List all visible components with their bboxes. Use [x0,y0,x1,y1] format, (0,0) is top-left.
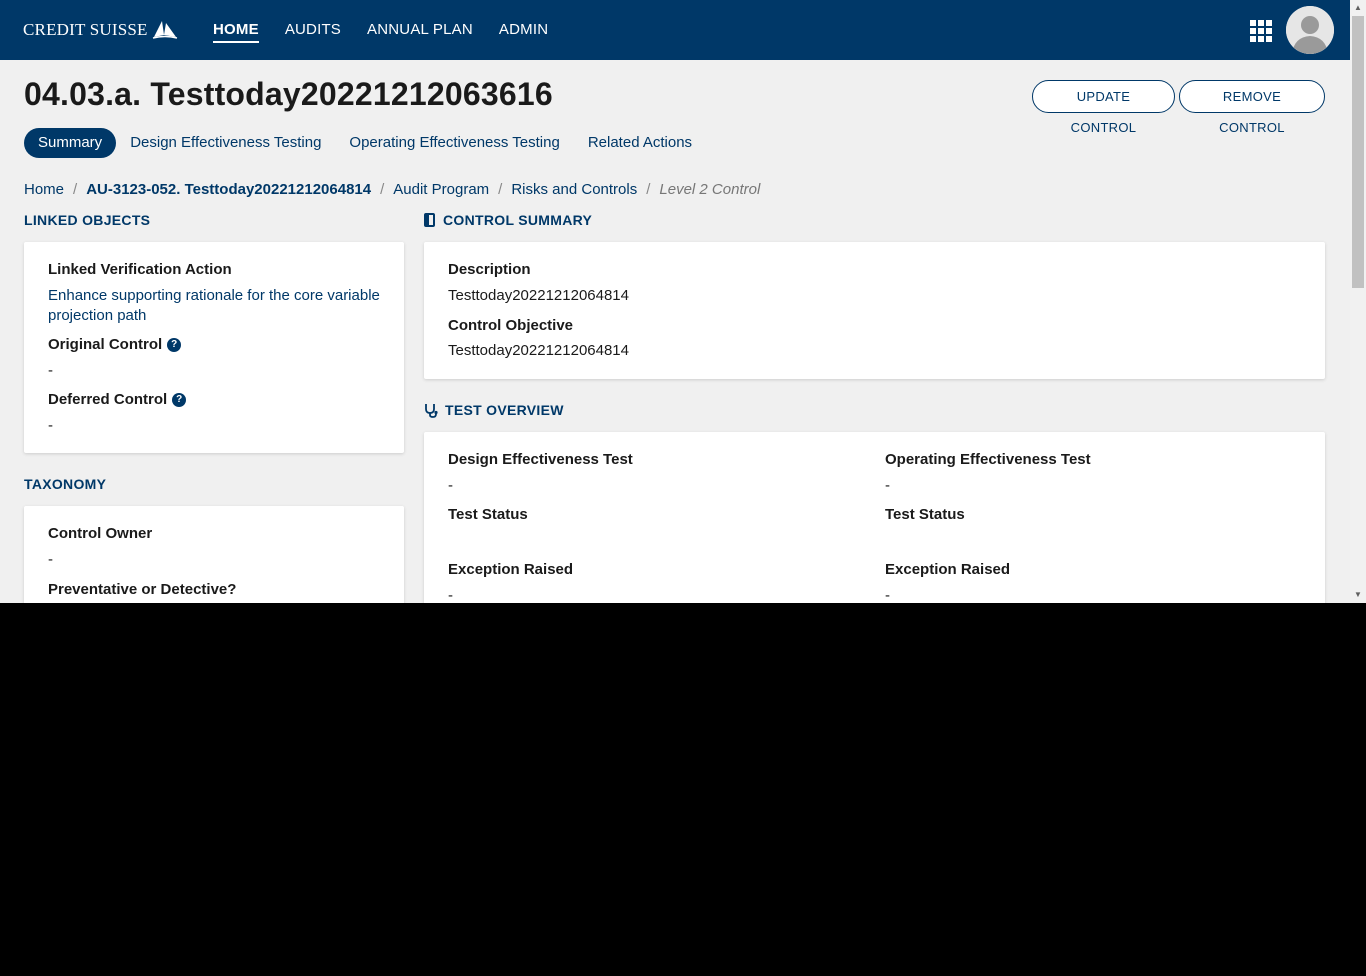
nav-admin[interactable]: ADMIN [499,0,548,60]
deferred-control-label-row: Deferred Control ? [48,391,187,408]
test-overview-heading-text: TEST OVERVIEW [445,402,564,418]
top-navbar: CREDIT SUISSE HOME AUDITS ANNUAL PLAN AD… [0,0,1350,60]
help-icon[interactable]: ? [172,392,187,407]
nav-annual-plan[interactable]: ANNUAL PLAN [367,0,473,60]
tab-design-effectiveness[interactable]: Design Effectiveness Testing [116,128,335,158]
preventative-detective-label: Preventative or Detective? [48,581,237,598]
help-icon[interactable]: ? [167,337,182,352]
brand-name: CREDIT SUISSE [23,20,148,39]
test-overview-heading: TEST OVERVIEW [424,402,564,418]
breadcrumb: Home / AU-3123-052. Testtoday20221212064… [24,181,760,198]
breadcrumb-separator: / [646,181,651,198]
page-scrollbar[interactable]: ▲ ▼ [1350,0,1366,603]
design-test-label: Design Effectiveness Test [448,451,633,468]
operating-test-value: - [885,477,890,494]
taxonomy-heading: TAXONOMY [24,476,106,492]
breadcrumb-separator: / [73,181,78,198]
linked-verification-action-link[interactable]: Enhance supporting rationale for the cor… [48,286,388,326]
breadcrumb-audit[interactable]: AU-3123-052. Testtoday20221212064814 [86,181,371,198]
design-exception-value: - [448,587,453,603]
breadcrumb-home[interactable]: Home [24,181,64,198]
scrollbar-thumb[interactable] [1352,16,1364,288]
control-summary-heading: CONTROL SUMMARY [424,212,592,228]
breadcrumb-separator: / [380,181,385,198]
original-control-value: - [48,362,53,379]
tab-related-actions[interactable]: Related Actions [574,128,706,158]
control-objective-label: Control Objective [448,317,574,334]
operating-test-status-label: Test Status [885,506,965,523]
operating-test-label: Operating Effectiveness Test [885,451,1091,468]
description-value: Testtoday20221212064814 [448,287,629,304]
operating-exception-value: - [885,587,890,603]
description-label: Description [448,261,531,278]
linked-objects-heading-text: LINKED OBJECTS [24,212,151,228]
user-avatar-icon[interactable] [1286,6,1334,54]
control-summary-heading-text: CONTROL SUMMARY [443,212,593,228]
brand-logo[interactable]: CREDIT SUISSE [23,16,178,44]
apps-grid-icon[interactable] [1250,20,1272,42]
control-summary-card: Description Testtoday20221212064814 Cont… [424,242,1325,379]
stethoscope-icon [424,403,438,418]
design-test-status-label: Test Status [448,506,528,523]
page-tabs: Summary Design Effectiveness Testing Ope… [24,128,706,158]
linked-verification-action-label: Linked Verification Action [48,261,232,278]
control-owner-value: - [48,551,53,568]
control-objective-value: Testtoday20221212064814 [448,342,629,359]
linked-objects-heading: LINKED OBJECTS [24,212,150,228]
deferred-control-value: - [48,417,53,434]
taxonomy-card: Control Owner - Preventative or Detectiv… [24,506,404,603]
original-control-label-row: Original Control ? [48,336,182,353]
breadcrumb-risks-controls[interactable]: Risks and Controls [511,181,637,198]
original-control-label: Original Control [48,336,163,353]
nav-home[interactable]: HOME [213,0,259,60]
linked-objects-card: Linked Verification Action Enhance suppo… [24,242,404,453]
test-overview-card: Design Effectiveness Test - Test Status … [424,432,1325,603]
page-title: 04.03.a. Testtoday20221212063616 [24,76,553,112]
breadcrumb-separator: / [498,181,503,198]
breadcrumb-audit-program[interactable]: Audit Program [393,181,489,198]
design-exception-label: Exception Raised [448,561,574,578]
update-control-button[interactable]: UPDATE CONTROL [1032,80,1175,135]
remove-control-button[interactable]: REMOVE CONTROL [1179,80,1325,135]
control-owner-label: Control Owner [48,525,153,542]
taxonomy-heading-text: TAXONOMY [24,476,107,492]
breadcrumb-current: Level 2 Control [659,181,761,198]
operating-exception-label: Exception Raised [885,561,1011,578]
tab-summary[interactable]: Summary [24,128,117,158]
app-viewport: CREDIT SUISSE HOME AUDITS ANNUAL PLAN AD… [0,0,1366,603]
sailboat-logo-icon [152,21,177,39]
scroll-down-arrow-icon[interactable]: ▼ [1350,587,1366,603]
scroll-up-arrow-icon[interactable]: ▲ [1350,0,1366,16]
nav-audits[interactable]: AUDITS [285,0,341,60]
design-test-value: - [448,477,453,494]
book-icon [424,213,436,227]
tab-operating-effectiveness[interactable]: Operating Effectiveness Testing [335,128,573,158]
main-nav: HOME AUDITS ANNUAL PLAN ADMIN [213,0,574,60]
deferred-control-label: Deferred Control [48,391,168,408]
